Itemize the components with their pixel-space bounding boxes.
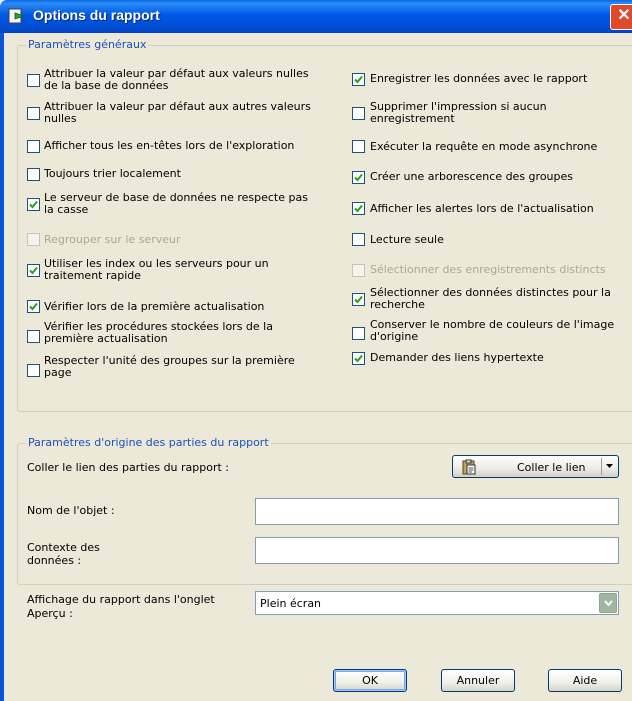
title-bar: Options du rapport ✕: [0, 0, 632, 33]
data-context-label-line2: données :: [27, 554, 82, 567]
close-button[interactable]: ✕: [610, 4, 632, 30]
option-checkbox[interactable]: [352, 293, 365, 306]
option-checkbox[interactable]: [352, 233, 365, 246]
preview-display-select[interactable]: Plein écran: [255, 591, 619, 615]
check-icon: [354, 354, 363, 363]
chevron-down-icon: [604, 600, 613, 607]
option-label: Regrouper sur le serveur: [44, 233, 181, 246]
preview-display-label-line2: Aperçu :: [27, 607, 73, 620]
option-label-line2: recherche: [370, 298, 425, 311]
help-button[interactable]: Aide: [548, 669, 622, 692]
preview-display-value: Plein écran: [260, 597, 322, 610]
option-checkbox[interactable]: [27, 140, 40, 153]
data-context-input[interactable]: [255, 537, 619, 564]
option-label: Respecter l'unité des groupes sur la pre…: [44, 354, 295, 367]
option-checkbox[interactable]: [27, 330, 40, 343]
option-label: Vérifier lors de la première actualisati…: [44, 300, 265, 313]
check-icon: [354, 173, 363, 182]
close-icon: ✕: [617, 7, 631, 24]
ok-button[interactable]: OK: [333, 669, 407, 692]
check-icon: [29, 200, 38, 209]
option-label-line2: nulles: [44, 112, 77, 125]
paste-link-button[interactable]: Coller le lien: [452, 455, 619, 478]
paste-link-button-label: Coller le lien: [517, 461, 586, 474]
option-label-line2: la casse: [44, 203, 89, 216]
option-checkbox[interactable]: [27, 168, 40, 181]
check-icon: [29, 266, 38, 275]
clipboard-icon: [462, 459, 476, 475]
option-label: Sélectionner des enregistrements distinc…: [370, 263, 606, 276]
dropdown-button[interactable]: [599, 593, 617, 613]
option-checkbox[interactable]: [27, 300, 40, 313]
option-label: Attribuer la valeur par défaut aux autre…: [44, 100, 311, 113]
object-name-label: Nom de l'objet :: [27, 504, 115, 517]
report-options-icon: [8, 8, 26, 24]
option-checkbox[interactable]: [27, 364, 40, 377]
option-checkbox[interactable]: [27, 264, 40, 277]
data-context-label: Contexte des: [27, 541, 100, 554]
option-checkbox[interactable]: [27, 74, 40, 87]
option-checkbox[interactable]: [352, 73, 365, 86]
option-checkbox[interactable]: [27, 107, 40, 120]
option-label-line2: de la base de données: [44, 79, 169, 92]
option-label-line2: d'origine: [370, 330, 419, 343]
option-label: Afficher tous les en-têtes lors de l'exp…: [44, 139, 295, 152]
origin-settings-legend: Paramètres d'origine des parties du rapp…: [26, 436, 271, 449]
option-checkbox[interactable]: [27, 198, 40, 211]
preview-display-label: Affichage du rapport dans l'onglet: [27, 593, 215, 606]
option-label: Lecture seule: [370, 233, 444, 246]
option-label: Exécuter la requête en mode asynchrone: [370, 140, 598, 153]
option-label: Afficher les alertes lors de l'actualisa…: [370, 202, 594, 215]
option-label-line2: première actualisation: [44, 332, 168, 345]
option-label: Enregistrer les données avec le rapport: [370, 72, 588, 85]
option-checkbox[interactable]: [352, 107, 365, 120]
option-label-line2: page: [44, 366, 72, 379]
object-name-input[interactable]: [255, 498, 619, 525]
option-label: Toujours trier localement: [44, 167, 181, 180]
check-icon: [354, 75, 363, 84]
option-label: Demander des liens hypertexte: [370, 351, 544, 364]
option-checkbox[interactable]: [352, 140, 365, 153]
option-checkbox[interactable]: [352, 171, 365, 184]
paste-link-label: Coller le lien des parties du rapport :: [27, 461, 230, 474]
option-label-line2: traitement rapide: [44, 269, 142, 282]
check-icon: [354, 295, 363, 304]
window-frame-left: [0, 33, 4, 701]
option-checkbox: [352, 264, 365, 277]
cancel-button[interactable]: Annuler: [441, 669, 515, 692]
window-title: Options du rapport: [33, 7, 160, 23]
option-checkbox[interactable]: [352, 327, 365, 340]
split-divider: [601, 458, 602, 475]
check-icon: [354, 204, 363, 213]
option-checkbox[interactable]: [352, 352, 365, 365]
general-settings-legend: Paramètres généraux: [26, 38, 149, 51]
option-label-line2: enregistrement: [370, 112, 455, 125]
option-checkbox: [27, 233, 40, 246]
option-label: Créer une arborescence des groupes: [370, 170, 574, 183]
chevron-down-icon[interactable]: [606, 464, 613, 469]
option-checkbox[interactable]: [352, 202, 365, 215]
check-icon: [29, 302, 38, 311]
